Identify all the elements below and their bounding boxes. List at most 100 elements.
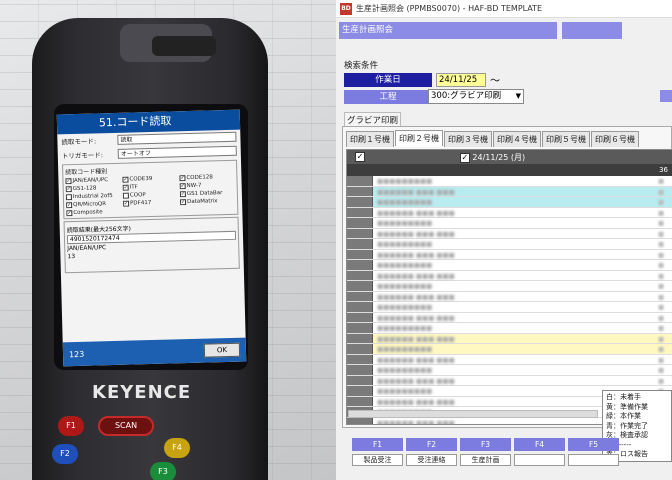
- function-key-f5[interactable]: F5: [568, 438, 619, 451]
- input-mode-badge: 123: [68, 349, 85, 359]
- app-icon: BD: [340, 2, 352, 15]
- legend-item: 青：作業完了: [606, 421, 648, 430]
- function-key-f1[interactable]: F1: [352, 438, 403, 451]
- scanner-window: [152, 36, 216, 56]
- tab-machine-5[interactable]: 印刷５号機: [542, 131, 590, 147]
- table-row[interactable]: ■■■■■■■■■■: [347, 281, 672, 292]
- table-row[interactable]: ■■■■■■ ■■■ ■■■■: [347, 291, 672, 302]
- table-row[interactable]: ■■■■■■ ■■■ ■■■■: [347, 312, 672, 323]
- grid-date: 24/11/25 (月): [472, 152, 526, 162]
- code-checkbox[interactable]: ✓ DataMatrix: [179, 198, 235, 206]
- code-checkbox[interactable]: ✓ QR/MicroQR: [66, 201, 121, 209]
- table-row[interactable]: ■■■■■■■■■■: [347, 239, 672, 250]
- terminal-screen: 51.コード読取 読取モード: 読取 トリガモード: オートオフ 読取コード種別…: [56, 109, 247, 367]
- code-checkbox[interactable]: Industrial 2of5: [65, 193, 121, 201]
- group-tab[interactable]: グラビア印刷: [344, 112, 402, 127]
- code-checkbox[interactable]: ✓ GS1-128: [65, 185, 121, 193]
- scan-key[interactable]: SCAN: [98, 416, 154, 436]
- table-row[interactable]: ■■■■■■■■■■: [347, 218, 672, 229]
- function-key-bar: F1 F2 F3 F4 F5: [352, 438, 619, 451]
- table-row[interactable]: ■■■■■■ ■■■ ■■■■: [347, 354, 672, 365]
- ok-button[interactable]: OK: [203, 342, 241, 358]
- table-row[interactable]: ■■■■■■■■■■: [347, 344, 672, 355]
- brand-logo: KEYENCE: [92, 382, 192, 403]
- horizontal-scrollbar[interactable]: [348, 410, 598, 418]
- function-key-f3[interactable]: F3: [460, 438, 511, 451]
- table-row[interactable]: ■■■■■■■■■■: [347, 302, 672, 313]
- tab-machine-1[interactable]: 印刷１号機: [346, 131, 394, 147]
- code-checkbox[interactable]: ✓ NW-7: [179, 182, 235, 190]
- search-button[interactable]: [660, 90, 672, 102]
- table-row[interactable]: ■■■■■■■■■■: [347, 323, 672, 334]
- code-checkbox[interactable]: COOP: [122, 191, 178, 199]
- result-group: 読取結果(最大256文字) 4901520172474 JAN/EAN/UPC …: [63, 216, 240, 274]
- function-key-labels: 製品受注 受注連絡 生産計画: [352, 454, 619, 466]
- code-checkbox[interactable]: ✓ PDF417: [123, 199, 178, 207]
- machine-tabs: 印刷１号機 印刷２号機 印刷３号機 印刷４号機 印刷５号機 印刷６号機: [346, 130, 640, 147]
- code-type-group: 読取コード種別 ✓ JAN/EAN/UPC ✓ CODE39 ✓ CODE128 ✓ GS1-…: [62, 159, 239, 220]
- table-row[interactable]: ■■■■■■■■■■: [347, 197, 672, 208]
- code-checkbox[interactable]: ✓ JAN/EAN/UPC: [65, 177, 120, 185]
- f3-key[interactable]: F3: [150, 462, 176, 480]
- grid-header: ✓ ✓ 24/11/25 (月): [347, 150, 672, 164]
- tab-machine-2[interactable]: 印刷２号機: [395, 130, 443, 146]
- table-row[interactable]: ■■■■■■ ■■■ ■■■■: [347, 207, 672, 218]
- legend-item: 緑：本作業: [606, 412, 641, 420]
- code-checkbox[interactable]: ✓ GS1 DataBar: [179, 190, 235, 198]
- range-tilde: 〜: [490, 76, 500, 87]
- machine-panel: 印刷１号機 印刷２号機 印刷３号機 印刷４号機 印刷５号機 印刷６号機 ✓ ✓ 24/11…: [342, 126, 672, 428]
- function-key-label: 製品受注: [352, 454, 403, 466]
- legend-item: 黄：準備作業: [606, 402, 648, 411]
- tab-machine-3[interactable]: 印刷３号機: [444, 131, 492, 147]
- read-mode-select[interactable]: 読取: [117, 131, 237, 145]
- page-header: 生産計画照会: [339, 22, 557, 39]
- code-checkbox[interactable]: ✓ ITF: [122, 183, 178, 191]
- read-mode-label: 読取モード:: [61, 137, 97, 147]
- work-date-field[interactable]: 24/11/25: [436, 73, 486, 87]
- screen-footer: 123 OK: [62, 337, 247, 367]
- f4-key[interactable]: F4: [164, 438, 190, 458]
- f1-key[interactable]: F1: [58, 416, 84, 436]
- tab-machine-6[interactable]: 印刷６号機: [591, 131, 639, 147]
- trigger-mode-label: トリガモード:: [61, 151, 104, 161]
- table-row[interactable]: ■■■■■■ ■■■ ■■■■: [347, 249, 672, 260]
- date-checkbox[interactable]: ✓: [459, 152, 470, 163]
- function-key-f4[interactable]: F4: [514, 438, 565, 451]
- work-date-label: 作業日: [344, 73, 432, 87]
- table-row[interactable]: ■■■■■■ ■■■ ■■■■: [347, 270, 672, 281]
- code-checkbox-grid: ✓ JAN/EAN/UPC ✓ CODE39 ✓ CODE128 ✓ GS1-128 ✓ ITF ✓…: [65, 174, 235, 209]
- device-photo: 51.コード読取 読取モード: 読取 トリガモード: オートオフ 読取コード種別…: [0, 0, 336, 480]
- window-title: 生産計画照会 (PPMBS0070) - HAF-BD TEMPLATE: [356, 4, 543, 13]
- code-checkbox[interactable]: ✓ CODE128: [179, 174, 234, 182]
- function-key-label: 生産計画: [460, 454, 511, 466]
- grid-sub-value: 36: [659, 166, 668, 174]
- grid-subheader: 36: [347, 164, 672, 176]
- tab-machine-4[interactable]: 印刷４号機: [493, 131, 541, 147]
- legend-item: 白：未着手: [606, 393, 641, 401]
- schedule-grid: ✓ ✓ 24/11/25 (月) 36 ■■■■■■■■■ ■ ■■■■■■ ■■■…: [346, 149, 672, 425]
- table-row[interactable]: ■■■■■■ ■■■ ■■■■: [347, 186, 672, 197]
- table-row[interactable]: ■■■■■■■■■■: [347, 176, 672, 187]
- table-row[interactable]: ■■■■■■■■■■: [347, 365, 672, 376]
- code-checkbox[interactable]: ✓ CODE39: [122, 175, 177, 183]
- trigger-mode-select[interactable]: オートオフ: [117, 145, 237, 159]
- table-row[interactable]: ■■■■■■ ■■■ ■■■■: [347, 228, 672, 239]
- table-row[interactable]: ■■■■■■■■■■: [347, 260, 672, 271]
- table-row[interactable]: ■■■■■■ ■■■ ■■■■: [347, 333, 672, 344]
- status-legend: 白：未着手黄：準備作業緑：本作業青：作業完了灰：検査承認----------赤：…: [602, 390, 672, 462]
- title-bar: BD 生産計画照会 (PPMBS0070) - HAF-BD TEMPLATE: [336, 0, 672, 18]
- function-key-label: 受注連絡: [406, 454, 457, 466]
- function-key-f2[interactable]: F2: [406, 438, 457, 451]
- grid-body: ■■■■■■■■■ ■ ■■■■■■ ■■■ ■■■ ■ ■■■■■■■■■ ■ ■■■■■…: [347, 176, 672, 424]
- header-extra: [562, 22, 622, 39]
- select-all-checkbox[interactable]: ✓: [355, 152, 365, 162]
- table-row[interactable]: ■■■■■■ ■■■ ■■■■: [347, 375, 672, 386]
- function-key-label: [514, 454, 565, 466]
- process-value: 300:グラビア印刷: [431, 91, 502, 101]
- function-key-label: [568, 454, 619, 466]
- production-plan-window: BD 生産計画照会 (PPMBS0070) - HAF-BD TEMPLATE …: [336, 0, 672, 480]
- process-select[interactable]: 300:グラビア印刷 ▼: [428, 89, 524, 104]
- process-label: 工程: [344, 90, 432, 104]
- f2-key[interactable]: F2: [52, 444, 78, 464]
- chevron-down-icon: ▼: [515, 92, 521, 100]
